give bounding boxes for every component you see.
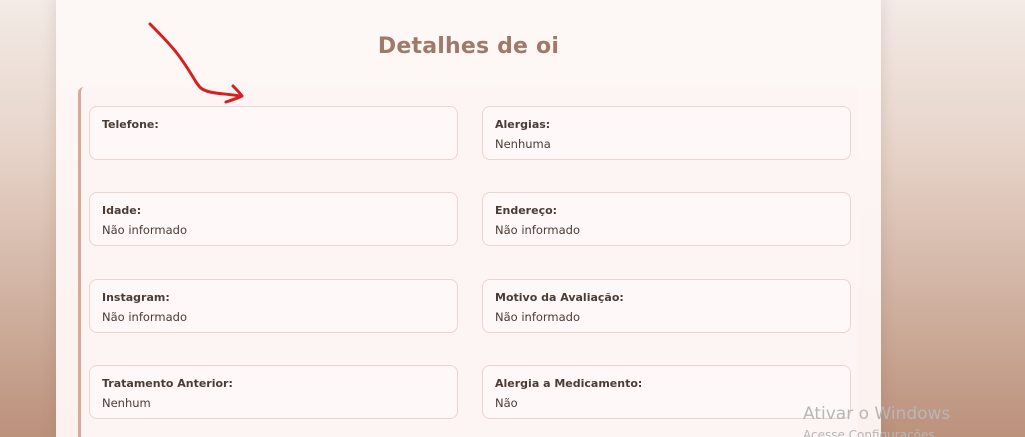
field-label: Telefone: [102, 118, 159, 131]
field-card-tratamento-anterior: Tratamento Anterior: Nenhum [89, 365, 458, 419]
field-card-endereco: Endereço: Não informado [482, 192, 851, 246]
field-value: Não informado [102, 223, 188, 237]
field-value: Não [495, 396, 518, 410]
field-value: Não informado [495, 310, 581, 324]
field-card-idade: Idade: Não informado [89, 192, 458, 246]
field-label: Endereço: [495, 204, 558, 217]
field-value: Não informado [495, 223, 581, 237]
field-value: Não informado [102, 310, 188, 324]
windows-activation-subtext: Acesse Configurações [803, 428, 935, 437]
details-section: Telefone: Alergias: Nenhuma Idade: Não i… [78, 87, 858, 437]
field-card-alergias: Alergias: Nenhuma [482, 106, 851, 160]
field-label: Alergia a Medicamento: [495, 377, 643, 390]
hand-drawn-arrow-icon [148, 22, 244, 104]
field-label: Alergias: [495, 118, 551, 131]
field-card-motivo-avaliacao: Motivo da Avaliação: Não informado [482, 279, 851, 333]
field-label: Tratamento Anterior: [102, 377, 233, 390]
field-card-instagram: Instagram: Não informado [89, 279, 458, 333]
field-label: Idade: [102, 204, 142, 217]
field-value: Nenhuma [495, 137, 551, 151]
windows-activation-watermark: Ativar o Windows [803, 404, 951, 424]
field-label: Motivo da Avaliação: [495, 291, 624, 304]
field-value: Nenhum [102, 396, 151, 410]
field-card-telefone: Telefone: [89, 106, 458, 160]
field-label: Instagram: [102, 291, 170, 304]
field-card-alergia-medicamento: Alergia a Medicamento: Não [482, 365, 851, 419]
